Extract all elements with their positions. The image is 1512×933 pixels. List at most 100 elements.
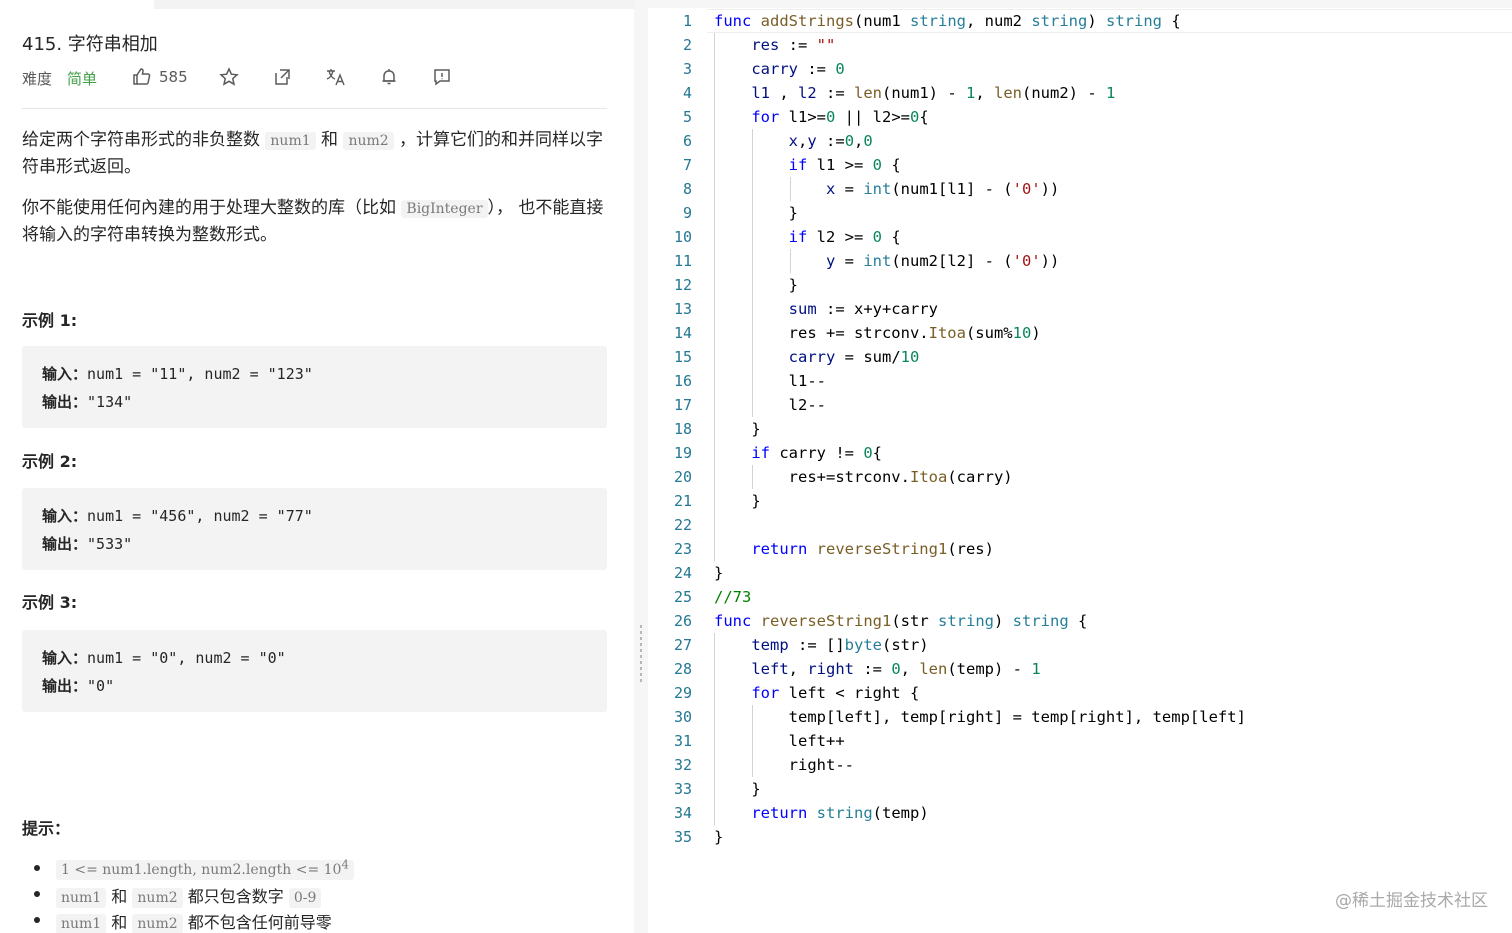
star-icon[interactable]	[219, 67, 241, 89]
code-line[interactable]: left++	[714, 729, 1504, 753]
code-line[interactable]: l1 , l2 := len(num1) - 1, len(num2) - 1	[714, 81, 1504, 105]
drag-handle-icon[interactable]	[640, 625, 642, 685]
code-line[interactable]: l1--	[714, 369, 1504, 393]
code-token: 0	[844, 132, 855, 150]
line-number: 15	[673, 348, 692, 366]
code-line[interactable]: for l1>=0 || l2>=0{	[714, 105, 1504, 129]
code-line[interactable]: }	[714, 417, 1504, 441]
inline-code-biginteger: BigInteger	[401, 200, 488, 218]
code-token: l2--	[788, 396, 826, 414]
code-editor[interactable]: 1 2 3 4 5 6 7 8 9 10 11 12 13 14 15 16 17 18 19 20 21 22 23 24 2…	[648, 0, 1512, 933]
code-token: for	[751, 684, 780, 702]
code-line[interactable]: }	[714, 825, 1504, 849]
code-token: {	[872, 444, 883, 462]
panel-splitter[interactable]	[634, 0, 648, 933]
code-token: ,	[975, 84, 995, 102]
code-token: '0'	[1012, 252, 1041, 270]
code-line[interactable]: right--	[714, 753, 1504, 777]
code-token: string	[1106, 12, 1162, 30]
indent-guide	[751, 297, 753, 321]
indent-guide	[751, 129, 753, 153]
code-line[interactable]: return reverseString1(res)	[714, 537, 1504, 561]
code-line[interactable]: carry = sum/10	[714, 345, 1504, 369]
indent-guide	[714, 465, 715, 489]
code-line[interactable]: left, right := 0, len(temp) - 1	[714, 657, 1504, 681]
code-line[interactable]: res+=strconv.Itoa(carry)	[714, 465, 1504, 489]
code-line[interactable]: }	[714, 489, 1504, 513]
bell-icon[interactable]	[379, 67, 401, 89]
code-line[interactable]: x = int(num1[l1] - ('0'))	[714, 177, 1504, 201]
indent-guide	[714, 729, 715, 753]
code-line[interactable]: temp[left], temp[right] = temp[right], t…	[714, 705, 1504, 729]
share-icon[interactable]	[272, 67, 294, 89]
line-number: 5	[682, 108, 692, 126]
indent-guide	[714, 345, 715, 369]
feedback-icon[interactable]	[432, 67, 454, 89]
code-token: if	[788, 228, 808, 246]
example-2-box: 输入：num1 = "456", num2 = "77" 输出："533"	[22, 488, 607, 570]
code-line[interactable]: }	[714, 273, 1504, 297]
code-line[interactable]: }	[714, 201, 1504, 225]
code-line[interactable]: //73	[714, 585, 1504, 609]
code-line[interactable]: for left < right {	[714, 681, 1504, 705]
indent-guide	[714, 297, 715, 321]
code-token: )	[1087, 12, 1106, 30]
code-line[interactable]: if l1 >= 0 {	[714, 153, 1504, 177]
code-token: l1 >=	[807, 156, 873, 174]
indent-guide	[714, 177, 715, 201]
line-number-gutter: 1 2 3 4 5 6 7 8 9 10 11 12 13 14 15 16 17 18 19 20 21 22 23 24 2…	[648, 9, 694, 849]
line-number: 35	[673, 828, 692, 846]
code-token: temp	[751, 636, 789, 654]
code-token: 10	[1012, 324, 1032, 342]
code-token: res+=strconv.	[788, 468, 910, 486]
code-token: =	[835, 180, 864, 198]
problem-meta-toolbar: 难度 简单 585	[22, 64, 622, 92]
code-token: (res)	[947, 540, 994, 558]
line-number: 21	[673, 492, 692, 510]
indent-guide	[714, 441, 715, 465]
line-number: 2	[682, 36, 692, 54]
code-token: string	[938, 612, 994, 630]
hint-item-1: 1 <= num1.length, num2.length <= 104	[34, 857, 354, 880]
code-line[interactable]: carry := 0	[714, 57, 1504, 81]
code-area[interactable]: func addStrings(num1 string, num2 string…	[714, 9, 1504, 849]
code-line[interactable]: return string(temp)	[714, 801, 1504, 825]
code-token: (str	[891, 612, 938, 630]
code-token: 0	[872, 156, 882, 174]
code-line[interactable]: temp := []byte(str)	[714, 633, 1504, 657]
code-line[interactable]: if carry != 0{	[714, 441, 1504, 465]
code-line[interactable]: x,y :=0,0	[714, 129, 1504, 153]
indent-guide	[751, 321, 753, 345]
code-line[interactable]: func addStrings(num1 string, num2 string…	[714, 9, 1504, 33]
line-number: 19	[673, 444, 692, 462]
line-number: 28	[673, 660, 692, 678]
code-token: int	[863, 180, 892, 198]
example-3-title: 示例 3:	[22, 593, 78, 612]
code-line[interactable]: if l2 >= 0 {	[714, 225, 1504, 249]
code-token: }	[751, 780, 761, 798]
code-token: (carry)	[947, 468, 1013, 486]
code-line[interactable]: }	[714, 561, 1504, 585]
description-paragraph-2: 你不能使用任何內建的用于处理大整数的库（比如 BigInteger）， 也不能直…	[22, 198, 604, 245]
code-token: l2	[798, 84, 817, 102]
thumbs-up-icon[interactable]	[132, 67, 154, 89]
translate-icon[interactable]	[325, 67, 347, 89]
code-token: int	[863, 252, 892, 270]
code-line[interactable]: y = int(num2[l2] - ('0'))	[714, 249, 1504, 273]
code-line[interactable]: func reverseString1(str string) string {	[714, 609, 1504, 633]
code-line[interactable]: sum := x+y+carry	[714, 297, 1504, 321]
code-token: string	[1031, 12, 1088, 30]
code-token: 0	[872, 228, 882, 246]
code-line[interactable]	[714, 513, 1504, 537]
line-number: 6	[682, 132, 692, 150]
code-token: string	[1012, 612, 1069, 630]
indent-guide	[751, 753, 753, 777]
code-line[interactable]: res := ""	[714, 33, 1504, 57]
code-line[interactable]: res += strconv.Itoa(sum%10)	[714, 321, 1504, 345]
code-token: (num1	[854, 12, 910, 30]
code-token: {	[882, 156, 901, 174]
code-line[interactable]: }	[714, 777, 1504, 801]
example-3-box: 输入：num1 = "0", num2 = "0" 输出："0"	[22, 630, 607, 712]
indent-guide	[714, 33, 715, 57]
code-line[interactable]: l2--	[714, 393, 1504, 417]
